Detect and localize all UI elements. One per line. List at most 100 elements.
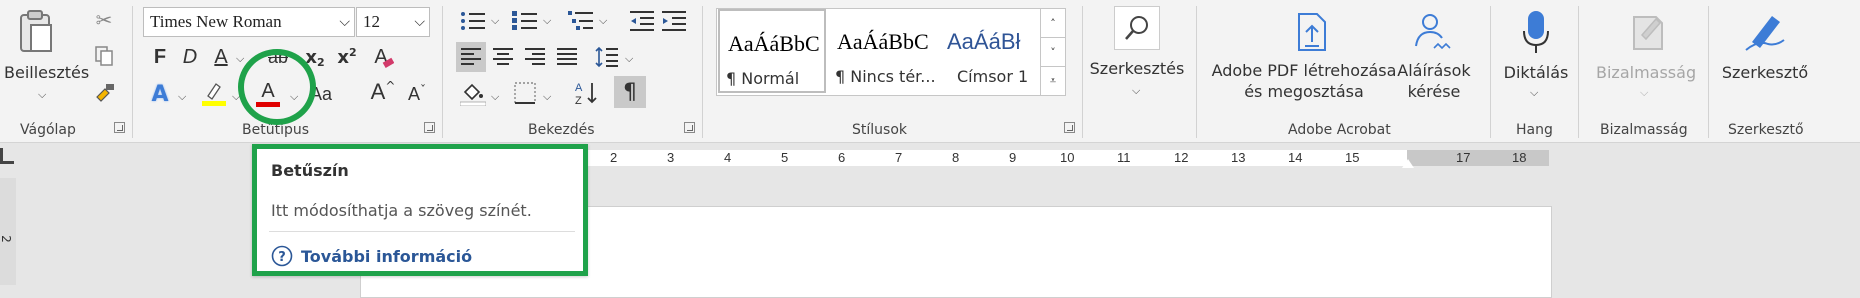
decrease-indent-button[interactable] [628,8,656,34]
highlight-button[interactable] [200,78,228,108]
editing-chevron-icon[interactable]: ⌵ [1132,84,1140,98]
sensitivity-icon [1626,8,1670,56]
tooltip-description: Itt módosíthatja a szöveg színét. [271,201,532,220]
clear-formatting-button[interactable]: A [370,44,398,70]
align-left-button[interactable] [456,42,486,72]
line-spacing-icon [595,46,618,68]
create-pdf-button[interactable]: Adobe PDF létrehozása és megosztása [1204,60,1404,102]
tooltip-link-label: További információ [301,246,473,266]
paragraph-launcher[interactable] [684,122,695,133]
justify-button[interactable] [552,42,582,72]
sort-icon: AZ [575,82,597,106]
line-spacing-button[interactable] [592,42,622,72]
svg-text:?: ? [278,250,286,265]
cut-icon[interactable]: ✂ [92,8,116,32]
increase-indent-button[interactable] [660,8,688,34]
style-normal[interactable]: AaÁáBbC ¶ Normál [718,9,826,93]
underline-button[interactable]: A [208,44,234,70]
italic-button[interactable]: D [178,44,202,70]
separator [1196,6,1197,138]
ruler-tick: 17 [1456,150,1471,165]
chevron-down-icon[interactable]: ⌵ [414,8,425,36]
underline-label: A [214,45,228,68]
clipboard-group-label: Vágólap [20,122,76,138]
borders-button[interactable] [510,78,540,108]
highlight-circle [238,49,316,125]
style-preview: AaÁáBbC [837,29,929,54]
line-spacing-chevron-icon[interactable]: ⌵ [625,52,633,66]
ruler-tick: 3 [667,150,675,165]
editor-icon[interactable] [1740,8,1788,56]
ruler-tick: 14 [1288,150,1303,165]
paste-button[interactable]: Beillesztés [4,62,89,83]
ruler-corner-tab[interactable] [0,148,14,164]
editing-button[interactable]: Szerkesztés [1088,58,1186,79]
dictate-chevron-icon[interactable]: ⌵ [1530,86,1538,100]
bold-button[interactable]: F [148,44,172,70]
show-formatting-marks-button[interactable]: ¶ [614,76,646,108]
ruler-tick: 7 [895,150,903,165]
search-icon[interactable] [1114,6,1160,50]
justify-icon [557,48,577,65]
font-name-combo[interactable]: Times New Roman ⌵ [143,7,355,37]
bullets-icon [461,12,485,30]
eraser-icon [382,57,394,68]
ruler-tick: 12 [1174,150,1189,165]
borders-chevron-icon[interactable]: ⌵ [543,90,551,104]
editor-group-label: Szerkesztő [1728,122,1804,138]
separator [702,6,703,138]
grow-font-button[interactable]: A ^ [370,78,396,106]
pilcrow-icon: ¶ [623,79,637,105]
superscript-button[interactable]: x2 [334,44,360,70]
editor-button[interactable]: Szerkesztő [1718,62,1812,83]
styles-more-button[interactable]: ⩡ [1040,66,1066,96]
font-name-value: Times New Roman [150,12,282,31]
font-launcher[interactable] [424,122,435,133]
align-right-button[interactable] [520,42,550,72]
style-heading-1[interactable]: AaÁáBł Címsor 1 [939,9,1047,93]
create-pdf-icon[interactable] [1290,8,1334,56]
copy-icon[interactable] [92,44,116,68]
separator [1708,6,1709,138]
bullets-chevron-icon[interactable]: ⌵ [491,14,499,28]
sort-button[interactable]: AZ [572,78,602,108]
underline-chevron-icon[interactable]: ⌵ [236,52,244,66]
style-no-spacing[interactable]: AaÁáBbC ¶ Nincs tér... [829,9,937,93]
font-size-combo[interactable]: 12 ⌵ [356,7,430,37]
paint-bucket-icon [460,83,486,106]
text-effects-button[interactable]: A [146,80,174,108]
ruler-tick: 6 [838,150,846,165]
right-indent-marker[interactable] [1402,159,1414,168]
style-preview: AaÁáBł [947,29,1021,54]
tooltip-more-info-link[interactable]: ? További információ [271,245,472,267]
microphone-icon[interactable] [1518,8,1554,56]
multilevel-list-button[interactable] [566,8,596,34]
align-center-icon [493,48,513,65]
request-signature-button[interactable]: Aláírások kérése [1392,60,1476,102]
styles-gallery[interactable]: AaÁáBbC ¶ Normál AaÁáBbC ¶ Nincs tér... … [716,8,1050,96]
numbering-button[interactable] [510,8,540,34]
align-center-button[interactable] [488,42,518,72]
ruler-tick: 8 [952,150,960,165]
text-effects-chevron-icon[interactable]: ⌵ [178,90,186,104]
paste-icon[interactable] [16,8,56,56]
grow-caret-icon: ^ [385,79,396,93]
create-pdf-label-line1: Adobe PDF létrehozása [1211,61,1397,80]
clipboard-launcher[interactable] [114,122,125,133]
highlighter-icon [202,83,226,106]
shading-chevron-icon[interactable]: ⌵ [491,90,499,104]
numbering-chevron-icon[interactable]: ⌵ [543,14,551,28]
styles-launcher[interactable] [1064,122,1075,133]
paste-chevron-icon[interactable]: ⌵ [38,88,46,102]
styles-scroll-up-button[interactable]: ˄ [1040,8,1066,38]
styles-scroll-down-button[interactable]: ˅ [1040,37,1066,67]
chevron-down-icon[interactable]: ⌵ [339,8,350,36]
shrink-font-button[interactable]: Aˇ [404,80,430,108]
shading-button[interactable] [458,78,488,108]
request-signature-icon[interactable] [1410,8,1454,56]
dictate-button[interactable]: Diktálás [1500,62,1572,83]
multilevel-chevron-icon[interactable]: ⌵ [599,14,607,28]
format-painter-icon[interactable] [92,80,118,106]
decrease-indent-icon [630,11,654,31]
bullets-button[interactable] [458,8,488,34]
